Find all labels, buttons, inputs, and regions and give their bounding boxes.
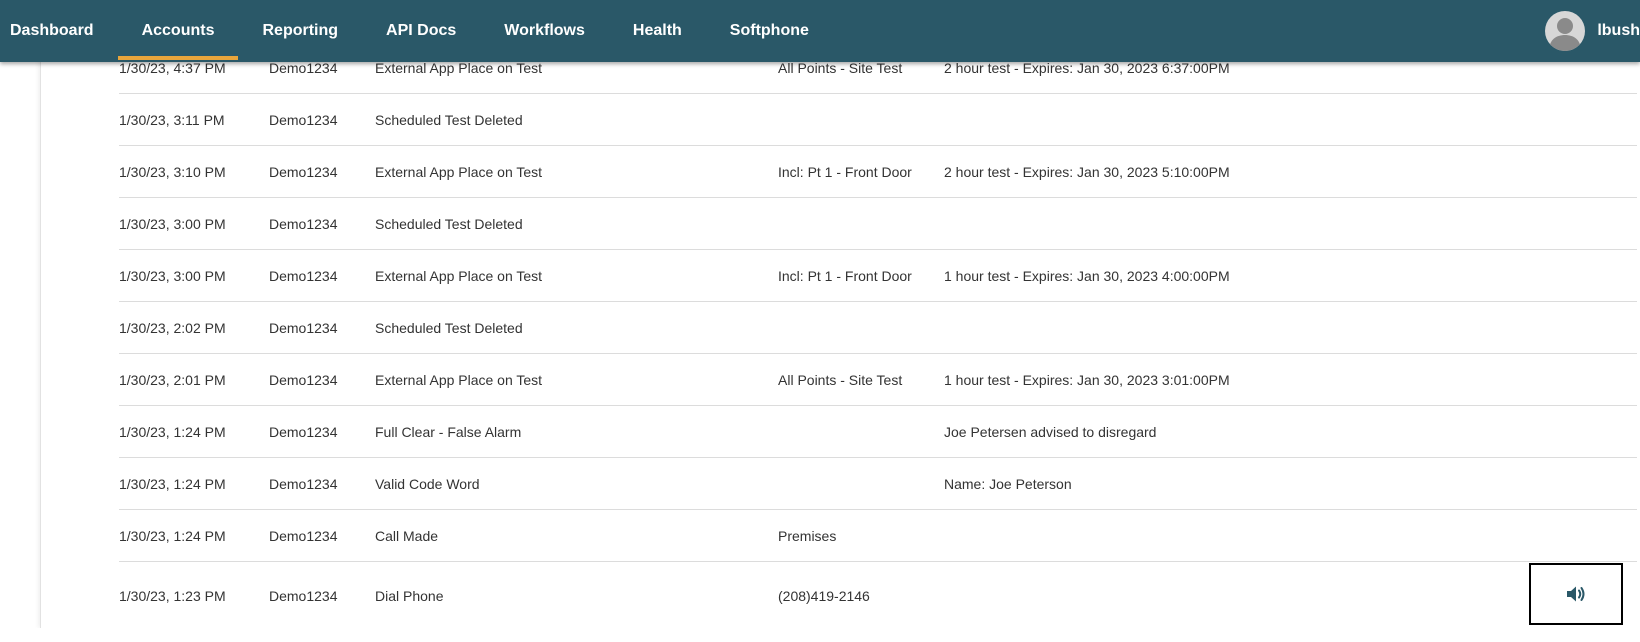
event-zone: (208)419-2146 [778, 588, 870, 604]
event-type: Call Made [375, 527, 439, 544]
nav-softphone[interactable]: Softphone [706, 0, 833, 62]
account-history-panel: 1/30/23, 4:37 PM Demo1234 External App P… [40, 0, 1640, 628]
event-detail: 2 hour test - Expires: Jan 30, 2023 5:10… [944, 163, 1230, 180]
event-time: 1/30/23, 2:01 PM [119, 371, 226, 388]
event-time: 1/30/23, 2:02 PM [119, 319, 226, 336]
event-user: Demo1234 [269, 371, 338, 388]
event-user: Demo1234 [269, 111, 338, 128]
table-row: 1/30/23, 3:11 PM Demo1234 Scheduled Test… [119, 94, 1637, 146]
table-row: 1/30/23, 3:10 PM Demo1234 External App P… [119, 146, 1637, 198]
table-row: 1/30/23, 1:24 PM Demo1234 Call Made Prem… [119, 510, 1637, 562]
speaker-volume-icon [1567, 586, 1585, 602]
event-time: 1/30/23, 1:24 PM [119, 423, 226, 440]
event-type: External App Place on Test [375, 163, 543, 180]
event-type: Valid Code Word [375, 475, 480, 492]
event-time: 1/30/23, 3:11 PM [119, 111, 225, 128]
event-type: External App Place on Test [375, 267, 543, 284]
event-detail: Name: Joe Peterson [944, 475, 1072, 492]
event-log-table: 1/30/23, 4:37 PM Demo1234 External App P… [119, 42, 1637, 630]
event-type: External App Place on Test [375, 371, 543, 388]
event-detail: Joe Petersen advised to disregard [944, 423, 1157, 440]
event-zone: All Points - Site Test [778, 371, 903, 388]
event-zone: Premises [778, 527, 837, 544]
avatar[interactable] [1545, 11, 1586, 51]
event-type: Dial Phone [375, 588, 444, 604]
play-recording-button[interactable] [1529, 563, 1623, 625]
event-type: Scheduled Test Deleted [375, 215, 523, 232]
user-menu[interactable]: lbush [1545, 0, 1640, 62]
table-row: 1/30/23, 3:00 PM Demo1234 External App P… [119, 250, 1637, 302]
event-user: Demo1234 [269, 319, 338, 336]
event-time: 1/30/23, 1:23 PM [119, 588, 226, 604]
table-row: 1/30/23, 1:24 PM Demo1234 Full Clear - F… [119, 406, 1637, 458]
event-zone: Incl: Pt 1 - Front Door [778, 267, 912, 284]
user-silhouette-icon [1549, 18, 1582, 51]
event-time: 1/30/23, 3:10 PM [119, 163, 226, 180]
page-bottom-edge [0, 628, 1640, 642]
nav-dashboard[interactable]: Dashboard [0, 0, 118, 62]
nav-accounts[interactable]: Accounts [117, 0, 239, 62]
top-navigation-bar: Dashboard Accounts Reporting API Docs Wo… [0, 0, 1640, 62]
table-row: 1/30/23, 3:00 PM Demo1234 Scheduled Test… [119, 198, 1637, 250]
event-user: Demo1234 [269, 475, 338, 492]
event-zone: Incl: Pt 1 - Front Door [778, 163, 912, 180]
event-user: Demo1234 [269, 163, 338, 180]
event-detail: 1 hour test - Expires: Jan 30, 2023 3:01… [944, 371, 1230, 388]
nav-workflows[interactable]: Workflows [480, 0, 609, 62]
table-row: 1/30/23, 1:24 PM Demo1234 Valid Code Wor… [119, 458, 1637, 510]
table-row: 1/30/23, 2:01 PM Demo1234 External App P… [119, 354, 1637, 406]
event-user: Demo1234 [269, 527, 338, 544]
username[interactable]: lbush [1597, 22, 1640, 40]
table-row: 1/30/23, 2:02 PM Demo1234 Scheduled Test… [119, 302, 1637, 354]
event-user: Demo1234 [269, 588, 338, 604]
event-user: Demo1234 [269, 215, 338, 232]
table-row: 1/30/23, 1:23 PM Demo1234 Dial Phone (20… [119, 562, 1637, 630]
main-nav: Dashboard Accounts Reporting API Docs Wo… [0, 0, 833, 62]
event-type: Scheduled Test Deleted [375, 319, 523, 336]
nav-reporting[interactable]: Reporting [238, 0, 362, 62]
nav-api-docs[interactable]: API Docs [362, 0, 480, 62]
event-user: Demo1234 [269, 423, 338, 440]
event-time: 1/30/23, 1:24 PM [119, 475, 226, 492]
nav-health[interactable]: Health [609, 0, 706, 62]
event-type: Scheduled Test Deleted [375, 111, 523, 128]
event-time: 1/30/23, 3:00 PM [119, 267, 226, 284]
event-time: 1/30/23, 1:24 PM [119, 527, 226, 544]
event-user: Demo1234 [269, 267, 338, 284]
event-type: Full Clear - False Alarm [375, 423, 522, 440]
event-time: 1/30/23, 3:00 PM [119, 215, 226, 232]
event-detail: 1 hour test - Expires: Jan 30, 2023 4:00… [944, 267, 1230, 284]
